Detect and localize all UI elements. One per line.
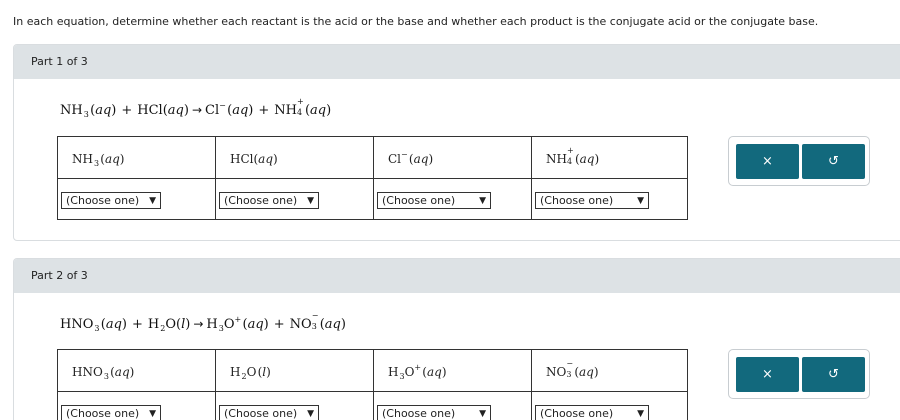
dropdown-caret-icon: ▼ (149, 195, 157, 206)
part-1-header: Part 1 of 3 (14, 45, 900, 79)
part-1-product-1-select[interactable]: (Choose one) ▼ (377, 192, 492, 209)
part-2-header: Part 2 of 3 (14, 259, 900, 293)
close-icon: × (762, 367, 773, 382)
part-2-product-1-header: H3O+ (aq) (373, 349, 532, 392)
part-2-equation: HNO3 (aq) + H2O(l) → H3O+ (aq) + NO −3 (aq) (60, 311, 346, 333)
dropdown-caret-icon: ▼ (637, 408, 645, 419)
instructions-text: In each equation, determine whether each… (13, 15, 819, 28)
part-1-product-2-header: NH +4 (aq) (531, 136, 688, 179)
part-1-reactant-1-select[interactable]: (Choose one) ▼ (61, 192, 162, 209)
dropdown-caret-icon: ▼ (479, 195, 487, 206)
part-2-card: Part 2 of 3 HNO3 (aq) + H2O(l) → H3O+ (aq) + N… (13, 258, 900, 420)
part-2-reactant-2-header: H2O (l) (215, 349, 374, 392)
part-2-clear-button[interactable]: × (736, 357, 799, 392)
part-1-undo-button[interactable]: ↺ (802, 144, 865, 179)
part-2-product-2-header: NO −3 (aq) (531, 349, 688, 392)
part-2-button-panel: × ↺ (728, 349, 870, 399)
part-2-reactant-1-header: HNO3 (aq) (57, 349, 216, 392)
part-1-product-1-header: Cl− (aq) (373, 136, 532, 179)
part-1-reactant-2-header: HCl(aq) (215, 136, 374, 179)
part-1-table: NH3 (aq) HCl(aq) Cl− (aq) NH +4 (aq) (Choo… (57, 136, 688, 220)
part-1-label: Part 1 of 3 (31, 55, 88, 68)
part-2-product-2-select[interactable]: (Choose one) ▼ (535, 405, 650, 420)
part-2-label: Part 2 of 3 (31, 269, 88, 282)
part-2-reactant-1-select[interactable]: (Choose one) ▼ (61, 405, 162, 420)
dropdown-caret-icon: ▼ (479, 408, 487, 419)
part-2-table: HNO3 (aq) H2O (l) H3O+ (aq) NO −3 (aq) (Ch… (57, 349, 688, 420)
undo-icon: ↺ (828, 154, 839, 169)
part-1-clear-button[interactable]: × (736, 144, 799, 179)
close-icon: × (762, 154, 773, 169)
part-1-button-panel: × ↺ (728, 136, 870, 186)
dropdown-caret-icon: ▼ (307, 408, 315, 419)
dropdown-caret-icon: ▼ (149, 408, 157, 419)
part-1-equation: NH3 (aq) + HCl(aq) → Cl− (aq) + NH +4 (aq) (60, 97, 332, 119)
part-1-reactant-2-select[interactable]: (Choose one) ▼ (219, 192, 320, 209)
part-1-reactant-1-header: NH3 (aq) (57, 136, 216, 179)
undo-icon: ↺ (828, 367, 839, 382)
part-1-product-2-select[interactable]: (Choose one) ▼ (535, 192, 650, 209)
part-2-undo-button[interactable]: ↺ (802, 357, 865, 392)
part-1-card: Part 1 of 3 NH3 (aq) + HCl(aq) → Cl− (aq) + NH… (13, 44, 900, 241)
part-2-reactant-2-select[interactable]: (Choose one) ▼ (219, 405, 320, 420)
dropdown-caret-icon: ▼ (637, 195, 645, 206)
part-2-product-1-select[interactable]: (Choose one) ▼ (377, 405, 492, 420)
dropdown-caret-icon: ▼ (307, 195, 315, 206)
